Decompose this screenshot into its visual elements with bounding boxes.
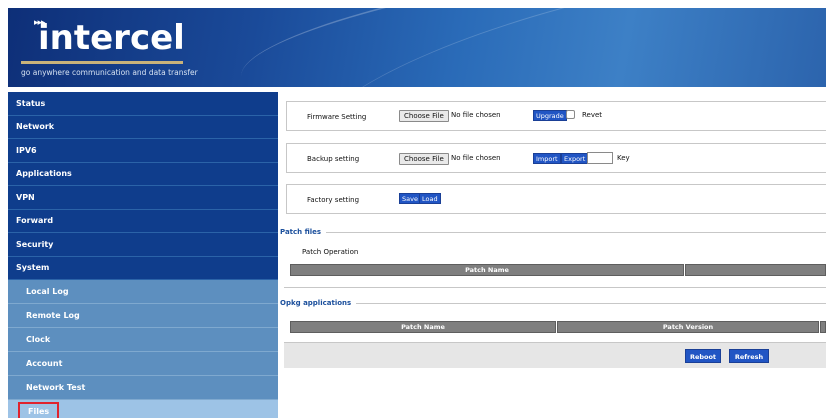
sidebar-subitem-files[interactable]: Files: [8, 400, 278, 418]
sidebar-item-label: Applications: [16, 169, 72, 179]
sidebar-subitem-label: Account: [26, 359, 63, 368]
opkg-patch-name-column: Patch Name: [290, 321, 556, 333]
patch-files-legend: Patch files: [280, 228, 322, 236]
sidebar-subitem-clock[interactable]: Clock: [8, 328, 278, 352]
patch-name-column: Patch Name: [465, 266, 509, 274]
patch-table-header: Patch Name: [290, 264, 684, 276]
opkg-patch-name-label: Patch Name: [401, 323, 445, 331]
sidebar-item-network[interactable]: Network: [8, 115, 278, 139]
sidebar-subitem-label: Files: [18, 402, 60, 418]
brand-tagline: go anywhere communication and data trans…: [21, 68, 198, 77]
sidebar-item-vpn[interactable]: VPN: [8, 186, 278, 210]
patch-files-bottom-border: [284, 287, 826, 288]
reboot-button[interactable]: Reboot: [685, 349, 721, 363]
opkg-extra-column: [820, 321, 826, 333]
key-label: Key: [617, 154, 630, 162]
backup-setting-label: Backup setting: [307, 155, 360, 163]
sidebar-item-label: VPN: [16, 192, 35, 202]
patch-operation-label: Patch Operation: [302, 248, 359, 256]
opkg-applications-legend: Opkg applications: [280, 299, 352, 307]
sidebar-item-label: System: [16, 263, 50, 273]
page: ▸▸▸ intercel go anywhere communication a…: [0, 0, 826, 418]
import-button[interactable]: Import: [533, 153, 561, 164]
backup-no-file-text: No file chosen: [451, 154, 501, 162]
factory-setting-panel: Factory setting Save Load: [286, 184, 826, 214]
sidebar-subitem-local-log[interactable]: Local Log: [8, 280, 278, 304]
main-content: Firmware Setting Choose File No file cho…: [280, 92, 826, 418]
sidebar-item-label: Network: [16, 122, 55, 132]
sidebar-item-label: Security: [16, 239, 54, 249]
sidebar-subitem-remote-log[interactable]: Remote Log: [8, 304, 278, 328]
sidebar-item-label: Status: [16, 98, 46, 108]
patch-table-header-extra: [685, 264, 826, 276]
sidebar-item-label: IPV6: [16, 145, 37, 155]
load-button[interactable]: Load: [419, 193, 441, 204]
sidebar-subitem-label: Network Test: [26, 383, 86, 392]
key-input[interactable]: [587, 152, 613, 164]
firmware-no-file-text: No file chosen: [451, 111, 501, 119]
firmware-setting-label: Firmware Setting: [307, 113, 367, 121]
sidebar-subitem-label: Local Log: [26, 287, 69, 296]
sidebar-subitem-label: Remote Log: [26, 311, 80, 320]
backup-choose-file-button[interactable]: Choose File: [399, 153, 449, 165]
sidebar-item-ipv6[interactable]: IPV6: [8, 139, 278, 163]
export-button[interactable]: Export: [561, 153, 589, 164]
action-bar: Reboot Refresh: [284, 342, 826, 368]
brand-logo: intercel: [38, 18, 185, 58]
factory-setting-label: Factory setting: [307, 196, 360, 204]
refresh-button[interactable]: Refresh: [729, 349, 769, 363]
sidebar-item-forward[interactable]: Forward: [8, 209, 278, 233]
logo-underline: [21, 61, 183, 64]
sidebar-item-system[interactable]: System: [8, 256, 278, 280]
revet-checkbox[interactable]: [566, 110, 575, 119]
header-banner: ▸▸▸ intercel go anywhere communication a…: [8, 8, 826, 87]
sidebar-item-status[interactable]: Status: [8, 92, 278, 116]
sidebar-subitem-network-test[interactable]: Network Test: [8, 376, 278, 400]
opkg-border: [356, 303, 826, 304]
sidebar-item-applications[interactable]: Applications: [8, 162, 278, 186]
sidebar-item-security[interactable]: Security: [8, 233, 278, 257]
upgrade-button[interactable]: Upgrade: [533, 110, 567, 121]
sidebar-subitem-label: Clock: [26, 335, 51, 344]
opkg-patch-version-column: Patch Version: [557, 321, 819, 333]
sidebar-item-label: Forward: [16, 216, 54, 226]
patch-files-border: [326, 232, 826, 233]
sidebar: Status Network IPV6 Applications VPN For…: [8, 92, 278, 418]
revet-label: Revet: [582, 111, 603, 119]
opkg-patch-version-label: Patch Version: [662, 323, 714, 331]
firmware-choose-file-button[interactable]: Choose File: [399, 110, 449, 122]
firmware-setting-panel: Firmware Setting Choose File No file cho…: [286, 101, 826, 131]
save-button[interactable]: Save: [399, 193, 421, 204]
backup-setting-panel: Backup setting Choose File No file chose…: [286, 143, 826, 173]
sidebar-subitem-account[interactable]: Account: [8, 352, 278, 376]
